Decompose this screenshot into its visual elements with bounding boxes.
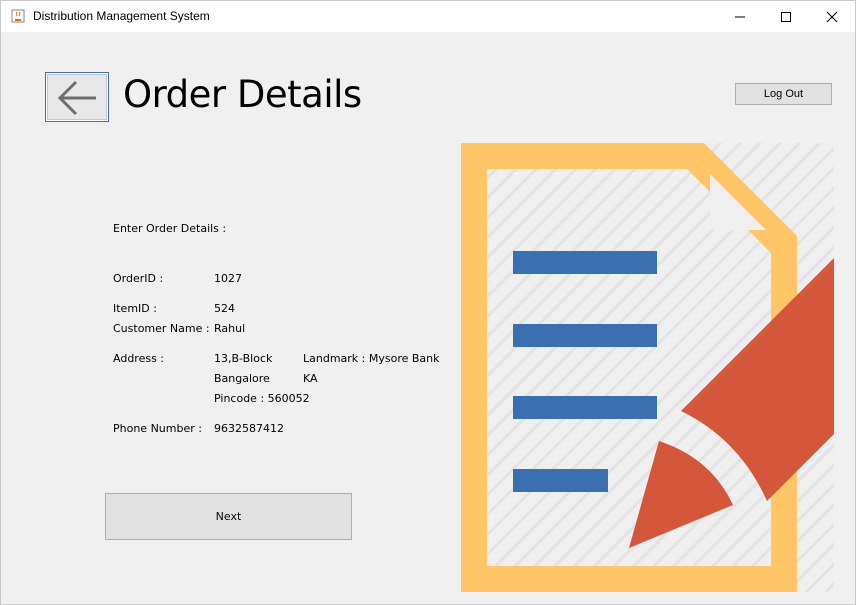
java-cup-icon [10, 8, 26, 24]
address-line1: 13,B-Block [214, 352, 273, 365]
next-button[interactable]: Next [105, 493, 352, 540]
logout-button[interactable]: Log Out [735, 83, 832, 105]
arrow-left-icon [57, 80, 96, 116]
window-title: Distribution Management System [33, 9, 210, 23]
phone-number-label: Phone Number : [113, 422, 202, 435]
phone-number-value: 9632587412 [214, 422, 284, 435]
document-edit-icon [461, 143, 834, 592]
close-icon [826, 11, 838, 23]
minimize-icon [735, 16, 745, 18]
customer-name-label: Customer Name : [113, 322, 210, 335]
app-window: Distribution Management System Order Det… [0, 0, 856, 605]
back-button[interactable] [45, 72, 109, 122]
minimize-button[interactable] [717, 1, 763, 32]
address-label: Address : [113, 352, 165, 365]
maximize-button[interactable] [763, 1, 809, 32]
pincode-value: Pincode : 560052 [214, 392, 310, 405]
form-heading: Enter Order Details : [113, 222, 227, 235]
item-id-value: 524 [214, 302, 235, 315]
address-city: Bangalore [214, 372, 270, 385]
page-title: Order Details [123, 73, 362, 116]
maximize-icon [781, 12, 791, 22]
item-id-label: ItemID : [113, 302, 157, 315]
order-id-label: OrderID : [113, 272, 164, 285]
customer-name-value: Rahul [214, 322, 246, 335]
landmark-value: Landmark : Mysore Bank [303, 352, 440, 365]
state-value: KA [303, 372, 318, 385]
order-id-value: 1027 [214, 272, 242, 285]
title-bar[interactable]: Distribution Management System [1, 1, 855, 32]
close-button[interactable] [809, 1, 855, 32]
